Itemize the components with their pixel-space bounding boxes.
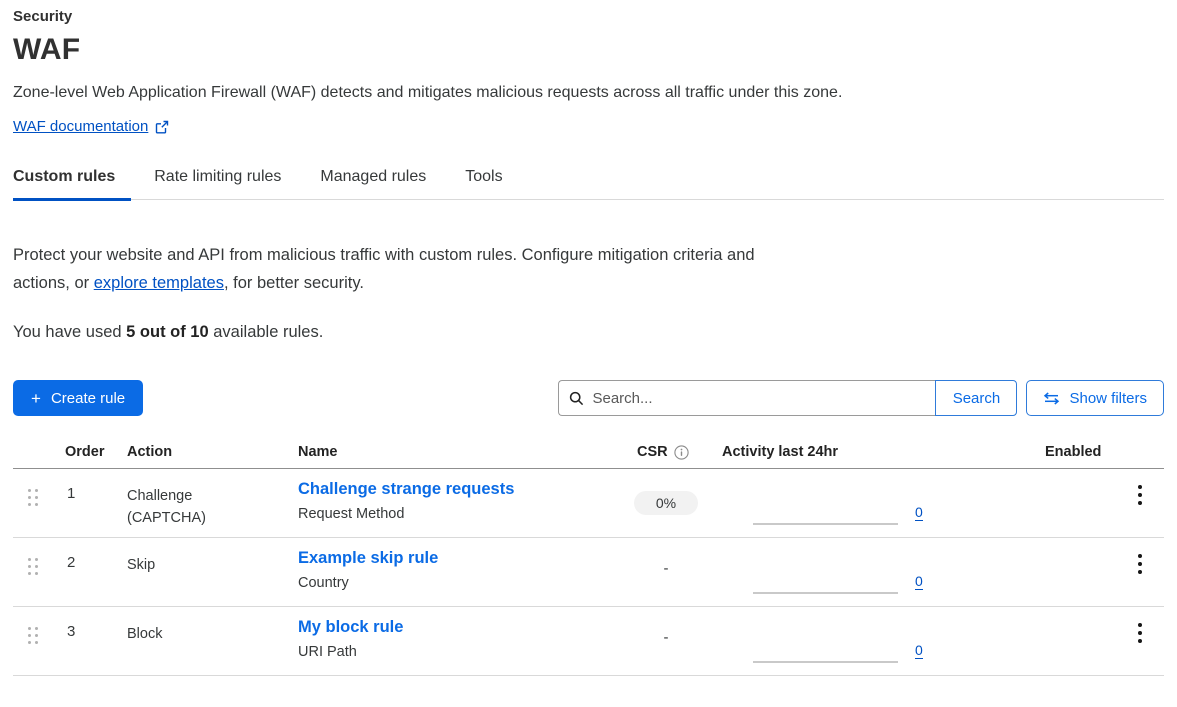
tab-managed-rules[interactable]: Managed rules bbox=[320, 168, 428, 199]
activity-sparkline bbox=[753, 661, 898, 663]
search-group: Search Show filters bbox=[558, 380, 1164, 416]
drag-handle-icon[interactable] bbox=[13, 538, 58, 575]
csr-cell: 0% bbox=[620, 469, 712, 515]
column-header-csr: CSR bbox=[620, 444, 712, 460]
csr-badge: 0% bbox=[634, 491, 698, 515]
show-filters-button[interactable]: Show filters bbox=[1026, 380, 1164, 416]
column-header-activity: Activity last 24hr bbox=[712, 444, 1030, 460]
create-rule-label: Create rule bbox=[51, 390, 125, 407]
kebab-menu-icon[interactable] bbox=[1120, 607, 1164, 647]
search-box bbox=[558, 380, 935, 416]
toggle-knob bbox=[1014, 623, 1039, 648]
enabled-cell bbox=[1030, 607, 1120, 621]
tab-bar: Custom rules Rate limiting rules Managed… bbox=[13, 168, 1164, 200]
tab-tools[interactable]: Tools bbox=[465, 168, 504, 199]
search-icon bbox=[569, 391, 584, 406]
check-icon bbox=[1050, 561, 1062, 571]
usage-prefix: You have used bbox=[13, 323, 126, 341]
rule-name-cell: Challenge strange requests Request Metho… bbox=[298, 469, 620, 522]
intro-paragraph: Protect your website and API from malici… bbox=[13, 241, 758, 297]
table-row: 1 Challenge (CAPTCHA) Challenge strange … bbox=[13, 469, 1164, 538]
rule-name-link[interactable]: My block rule bbox=[298, 618, 620, 637]
create-rule-button[interactable]: + Create rule bbox=[13, 380, 143, 416]
activity-count-link[interactable]: 0 bbox=[915, 643, 923, 659]
column-header-enabled: Enabled bbox=[1030, 444, 1120, 460]
column-header-order: Order bbox=[58, 444, 115, 460]
rule-action: Block bbox=[115, 607, 240, 645]
usage-suffix: available rules. bbox=[209, 323, 324, 341]
rule-field: URI Path bbox=[298, 644, 620, 660]
toggle-knob bbox=[1014, 485, 1039, 510]
page-description: Zone-level Web Application Firewall (WAF… bbox=[13, 84, 1164, 102]
rule-name-link[interactable]: Example skip rule bbox=[298, 549, 620, 568]
csr-cell: - bbox=[620, 607, 712, 646]
rule-order: 1 bbox=[58, 469, 115, 502]
toggle-knob bbox=[1014, 554, 1039, 579]
activity-cell: 0 bbox=[712, 607, 1030, 676]
drag-handle-icon[interactable] bbox=[13, 607, 58, 644]
table-header-row: Order Action Name CSR Activity last 24hr… bbox=[13, 444, 1164, 469]
rule-action: Skip bbox=[115, 538, 240, 576]
rule-name-cell: My block rule URI Path bbox=[298, 607, 620, 660]
show-filters-label: Show filters bbox=[1069, 390, 1147, 407]
csr-cell: - bbox=[620, 538, 712, 577]
usage-count: 5 out of 10 bbox=[126, 323, 209, 341]
activity-count-link[interactable]: 0 bbox=[915, 574, 923, 590]
check-icon bbox=[1050, 630, 1062, 640]
enabled-cell bbox=[1030, 538, 1120, 552]
swap-arrows-icon bbox=[1043, 392, 1060, 405]
tab-custom-rules[interactable]: Custom rules bbox=[13, 168, 117, 199]
rule-name-link[interactable]: Challenge strange requests bbox=[298, 480, 620, 499]
activity-cell: 0 bbox=[712, 469, 1030, 538]
check-icon bbox=[1050, 492, 1062, 502]
plus-icon: + bbox=[31, 390, 41, 407]
breadcrumb-security: Security bbox=[13, 8, 1164, 25]
external-link-icon bbox=[155, 120, 169, 134]
csr-label: CSR bbox=[637, 444, 668, 460]
page-title: WAF bbox=[13, 33, 1164, 67]
table-row: 2 Skip Example skip rule Country - 0 bbox=[13, 538, 1164, 607]
search-input[interactable] bbox=[592, 390, 925, 407]
column-header-action: Action bbox=[115, 444, 298, 460]
activity-count-link[interactable]: 0 bbox=[915, 505, 923, 521]
rule-field: Request Method bbox=[298, 506, 620, 522]
rules-table: Order Action Name CSR Activity last 24hr… bbox=[13, 444, 1164, 676]
doc-link-row: WAF documentation bbox=[13, 118, 1164, 135]
activity-sparkline bbox=[753, 523, 898, 525]
waf-documentation-link[interactable]: WAF documentation bbox=[13, 118, 148, 135]
rule-order: 3 bbox=[58, 607, 115, 640]
kebab-menu-icon[interactable] bbox=[1120, 469, 1164, 509]
search-button[interactable]: Search bbox=[935, 380, 1017, 416]
intro-text-after: , for better security. bbox=[224, 274, 364, 292]
explore-templates-link[interactable]: explore templates bbox=[94, 274, 224, 292]
enabled-cell bbox=[1030, 469, 1120, 483]
toolbar: + Create rule Search bbox=[13, 380, 1164, 416]
table-row: 3 Block My block rule URI Path - 0 bbox=[13, 607, 1164, 676]
column-header-name: Name bbox=[298, 444, 620, 460]
rule-field: Country bbox=[298, 575, 620, 591]
drag-handle-icon[interactable] bbox=[13, 469, 58, 506]
rule-name-cell: Example skip rule Country bbox=[298, 538, 620, 591]
rule-action: Challenge (CAPTCHA) bbox=[115, 469, 240, 529]
info-icon[interactable] bbox=[674, 445, 689, 460]
waf-page: Security WAF Zone-level Web Application … bbox=[0, 0, 1177, 676]
kebab-menu-icon[interactable] bbox=[1120, 538, 1164, 578]
activity-sparkline bbox=[753, 592, 898, 594]
activity-cell: 0 bbox=[712, 538, 1030, 607]
rules-usage-text: You have used 5 out of 10 available rule… bbox=[13, 323, 1164, 342]
tab-rate-limiting-rules[interactable]: Rate limiting rules bbox=[154, 168, 283, 199]
rule-order: 2 bbox=[58, 538, 115, 571]
